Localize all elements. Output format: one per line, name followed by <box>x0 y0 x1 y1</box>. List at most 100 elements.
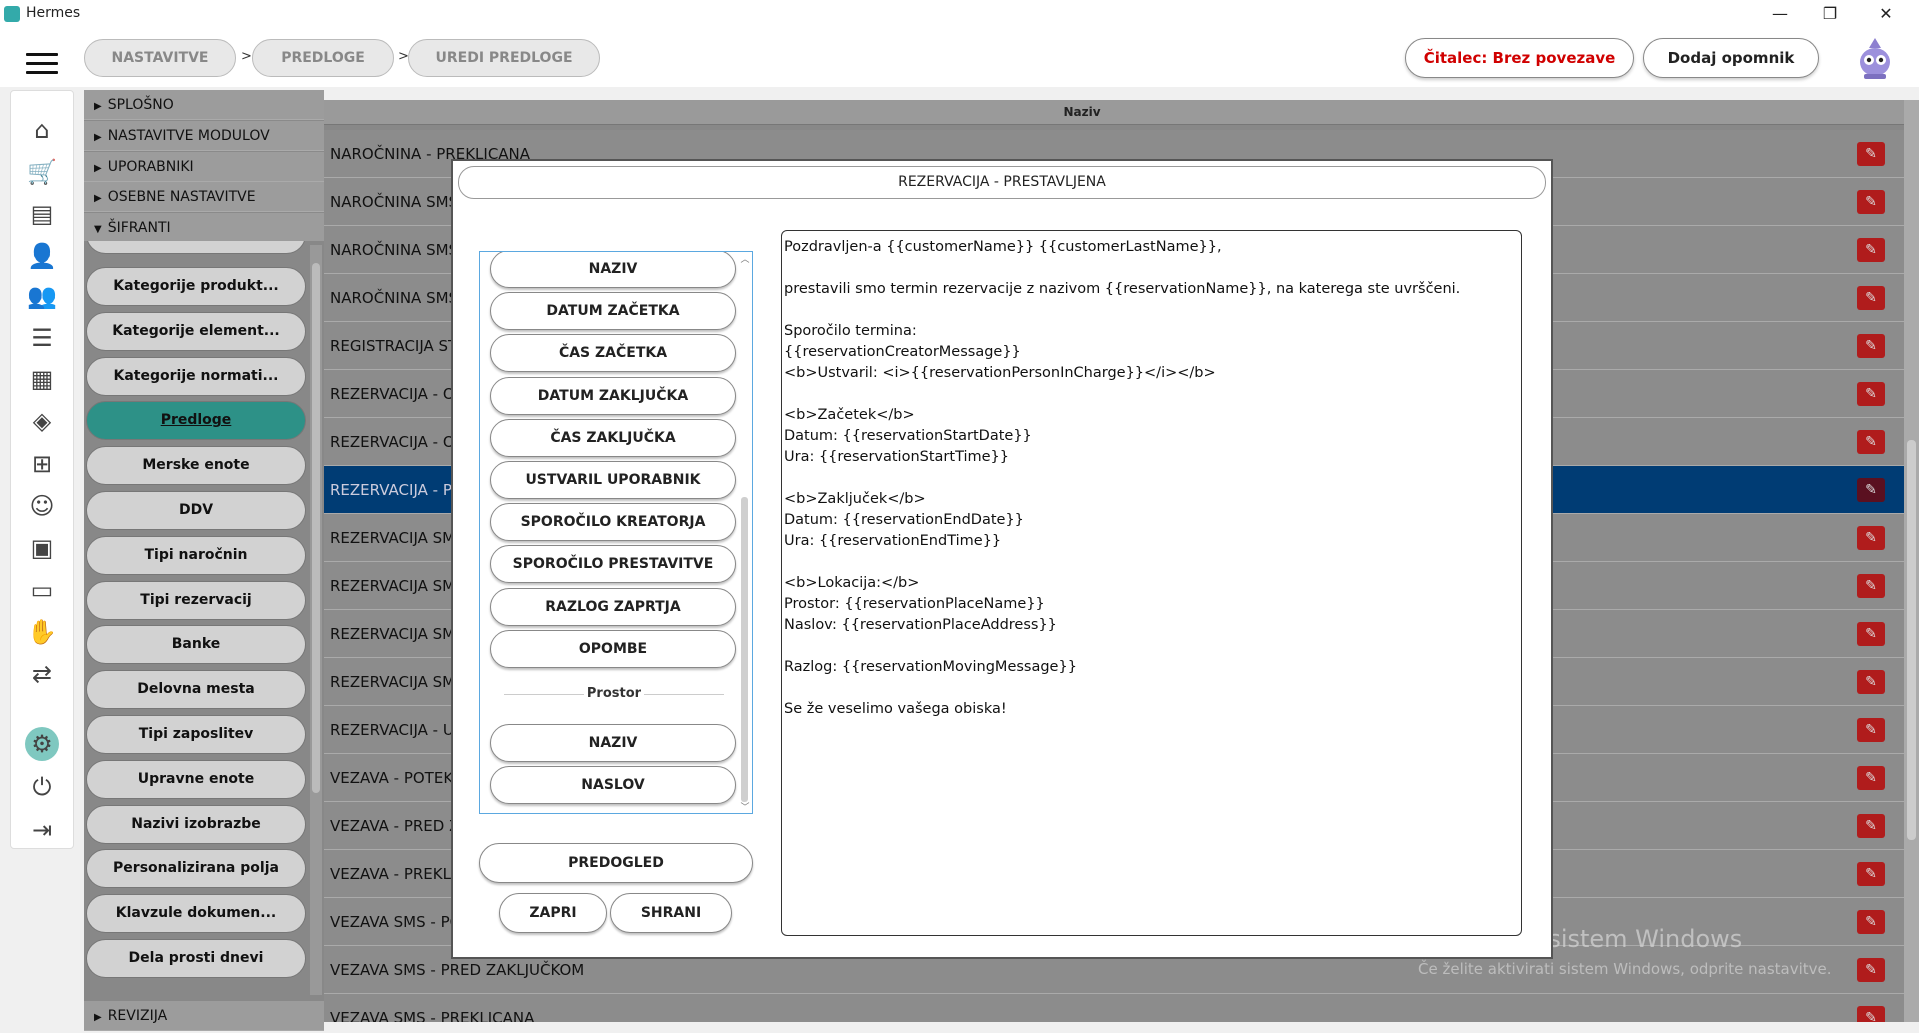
settings-section[interactable]: ▶ OSEBNE NASTAVITVE <box>84 182 324 213</box>
edit-pencil-icon[interactable]: ✎ <box>1857 334 1885 358</box>
category-item[interactable]: Delovna mesta <box>86 670 306 710</box>
category-item[interactable]: Personalizirana polja <box>86 849 306 889</box>
edit-pencil-icon[interactable]: ✎ <box>1857 574 1885 598</box>
edit-cell: ✎ <box>1840 658 1904 706</box>
breadcrumb-settings[interactable]: NASTAVITVE <box>84 39 236 77</box>
close-window-button[interactable]: ✕ <box>1858 0 1914 29</box>
edit-cell: ✎ <box>1840 130 1904 178</box>
handshake-icon[interactable]: ✋ <box>25 615 59 649</box>
category-item[interactable]: Kategorije element... <box>86 311 306 351</box>
restore-button[interactable]: ❐ <box>1802 0 1858 29</box>
category-item[interactable]: Kategorije produkt... <box>86 267 306 306</box>
menu-icon[interactable] <box>26 53 58 75</box>
close-button[interactable]: ZAPRI <box>499 893 607 933</box>
briefcase-icon[interactable]: ▣ <box>25 531 59 565</box>
edit-pencil-icon[interactable]: ✎ <box>1857 622 1885 646</box>
variable-button-place-address[interactable]: NASLOV <box>490 766 736 804</box>
edit-pencil-icon[interactable]: ✎ <box>1857 430 1885 454</box>
variable-button[interactable]: RAZLOG ZAPRTJA <box>490 587 736 626</box>
category-item[interactable]: Klavzule dokumen... <box>86 894 306 934</box>
category-item-partial[interactable] <box>86 241 306 254</box>
edit-pencil-icon[interactable]: ✎ <box>1857 478 1885 502</box>
category-item[interactable]: Predloge <box>86 401 306 441</box>
variable-button[interactable]: SPOROČILO KREATORJA <box>490 503 736 542</box>
preview-button[interactable]: PREDOGLED <box>479 843 753 883</box>
template-text-editor[interactable]: Pozdravljen-a {{customerName}} {{custome… <box>781 230 1522 936</box>
category-item[interactable]: Upravne enote <box>86 759 306 799</box>
edit-pencil-icon[interactable]: ✎ <box>1857 814 1885 838</box>
worker-icon[interactable]: ☺ <box>25 489 59 523</box>
variable-list-scrollbar[interactable]: ︿ ﹀ <box>738 252 752 813</box>
settings-section[interactable]: ▼ ŠIFRANTI <box>84 213 324 244</box>
edit-pencil-icon[interactable]: ✎ <box>1857 238 1885 262</box>
column-header-naziv[interactable]: Naziv <box>324 100 1840 125</box>
category-item[interactable]: Kategorije normati... <box>86 356 306 396</box>
expand-triangle-icon: ▶ <box>94 193 102 205</box>
minimize-button[interactable]: — <box>1752 0 1808 29</box>
category-item[interactable]: Banke <box>86 625 306 665</box>
settings-section[interactable]: ▶ SPLOŠNO <box>84 90 324 120</box>
edit-pencil-icon[interactable]: ✎ <box>1857 1006 1885 1022</box>
variable-button[interactable]: OPOMBE <box>490 629 736 668</box>
edit-pencil-icon[interactable]: ✎ <box>1857 958 1885 982</box>
variable-button[interactable]: ČAS ZAČETKA <box>490 334 736 373</box>
category-scrollbar[interactable] <box>310 245 322 995</box>
edit-cell: ✎ <box>1840 370 1904 418</box>
edit-pencil-icon[interactable]: ✎ <box>1857 286 1885 310</box>
reader-status-button[interactable]: Čitalec: Brez povezave <box>1405 38 1634 78</box>
variable-button[interactable]: NAZIV <box>490 252 736 288</box>
document-icon[interactable]: ▤ <box>25 197 59 231</box>
list-icon[interactable]: ☰ <box>25 321 59 355</box>
settings-section-revision[interactable]: ▶ REVIZIJA <box>84 1001 324 1031</box>
variable-button[interactable]: SPOROČILO PRESTAVITVE <box>490 545 736 584</box>
category-list: Kategorije produkt... Kategorije element.… <box>84 241 324 1001</box>
settings-section[interactable]: ▶ UPORABNIKI <box>84 151 324 182</box>
user-icon[interactable]: 👤 <box>25 239 59 273</box>
edit-pencil-icon[interactable]: ✎ <box>1857 190 1885 214</box>
save-button[interactable]: SHRANI <box>610 893 732 933</box>
cart-icon[interactable]: 🛒 <box>25 155 59 189</box>
category-item[interactable]: Nazivi izobrazbe <box>86 804 306 844</box>
category-item[interactable]: DDV <box>86 491 306 530</box>
gear-icon[interactable]: ⚙ <box>25 727 59 761</box>
edit-pencil-icon[interactable]: ✎ <box>1857 526 1885 550</box>
users-icon[interactable]: 👥 <box>25 279 59 313</box>
variable-button-place-name[interactable]: NAZIV <box>490 724 736 762</box>
variable-button[interactable]: USTVARIL UPORABNIK <box>490 461 736 499</box>
category-item[interactable]: Tipi rezervacij <box>86 580 306 620</box>
expand-triangle-icon: ▶ <box>94 1012 102 1023</box>
transfer-icon[interactable]: ⇄ <box>25 657 59 691</box>
variable-button[interactable]: DATUM ZAČETKA <box>490 292 736 331</box>
breadcrumb-edit-templates[interactable]: UREDI PREDLOGE <box>408 39 600 77</box>
edit-pencil-icon[interactable]: ✎ <box>1857 718 1885 742</box>
edit-cell: ✎ <box>1840 946 1904 994</box>
table-scrollbar[interactable] <box>1904 100 1919 1022</box>
add-reminder-button[interactable]: Dodaj opomnik <box>1643 38 1819 78</box>
settings-section[interactable]: ▶ NASTAVITVE MODULOV <box>84 120 324 151</box>
scroll-up-icon[interactable]: ︿ <box>738 252 752 265</box>
category-item[interactable]: Merske enote <box>86 446 306 486</box>
edit-pencil-icon[interactable]: ✎ <box>1857 382 1885 406</box>
breadcrumb-templates[interactable]: PREDLOGE <box>252 39 394 77</box>
category-item[interactable]: Tipi naročnin <box>86 535 306 575</box>
edit-pencil-icon[interactable]: ✎ <box>1857 910 1885 934</box>
power-icon[interactable]: ⏻ <box>25 770 59 804</box>
assistant-avatar-icon[interactable] <box>1854 36 1896 80</box>
variable-button[interactable]: ČAS ZAKLJUČKA <box>490 418 736 457</box>
table-row[interactable]: VEZAVA SMS - PREKLICANA <box>324 994 1840 1022</box>
home-icon[interactable]: ⌂ <box>25 113 59 147</box>
calendar-icon[interactable]: ▦ <box>25 362 59 396</box>
category-item[interactable]: Dela prosti dnevi <box>86 939 306 978</box>
edit-pencil-icon[interactable]: ✎ <box>1857 862 1885 886</box>
hierarchy-icon[interactable]: ⊞ <box>25 447 59 481</box>
edit-pencil-icon[interactable]: ✎ <box>1857 670 1885 694</box>
category-item[interactable]: Tipi zaposlitev <box>86 715 306 754</box>
main-nav-rail: ⌂ 🛒 ▤ 👤 👥 ☰ ▦ ◈ ⊞ ☺ ▣ ▭ ✋ ⇄ ⚙ ⏻ ⇥ <box>10 90 74 849</box>
variable-button[interactable]: DATUM ZAKLJUČKA <box>490 376 736 415</box>
logout-icon[interactable]: ⇥ <box>25 813 59 847</box>
edit-pencil-icon[interactable]: ✎ <box>1857 142 1885 166</box>
chat-icon[interactable]: ▭ <box>25 573 59 607</box>
layers-icon[interactable]: ◈ <box>25 404 59 438</box>
scroll-down-icon[interactable]: ﹀ <box>738 800 752 813</box>
edit-pencil-icon[interactable]: ✎ <box>1857 766 1885 790</box>
